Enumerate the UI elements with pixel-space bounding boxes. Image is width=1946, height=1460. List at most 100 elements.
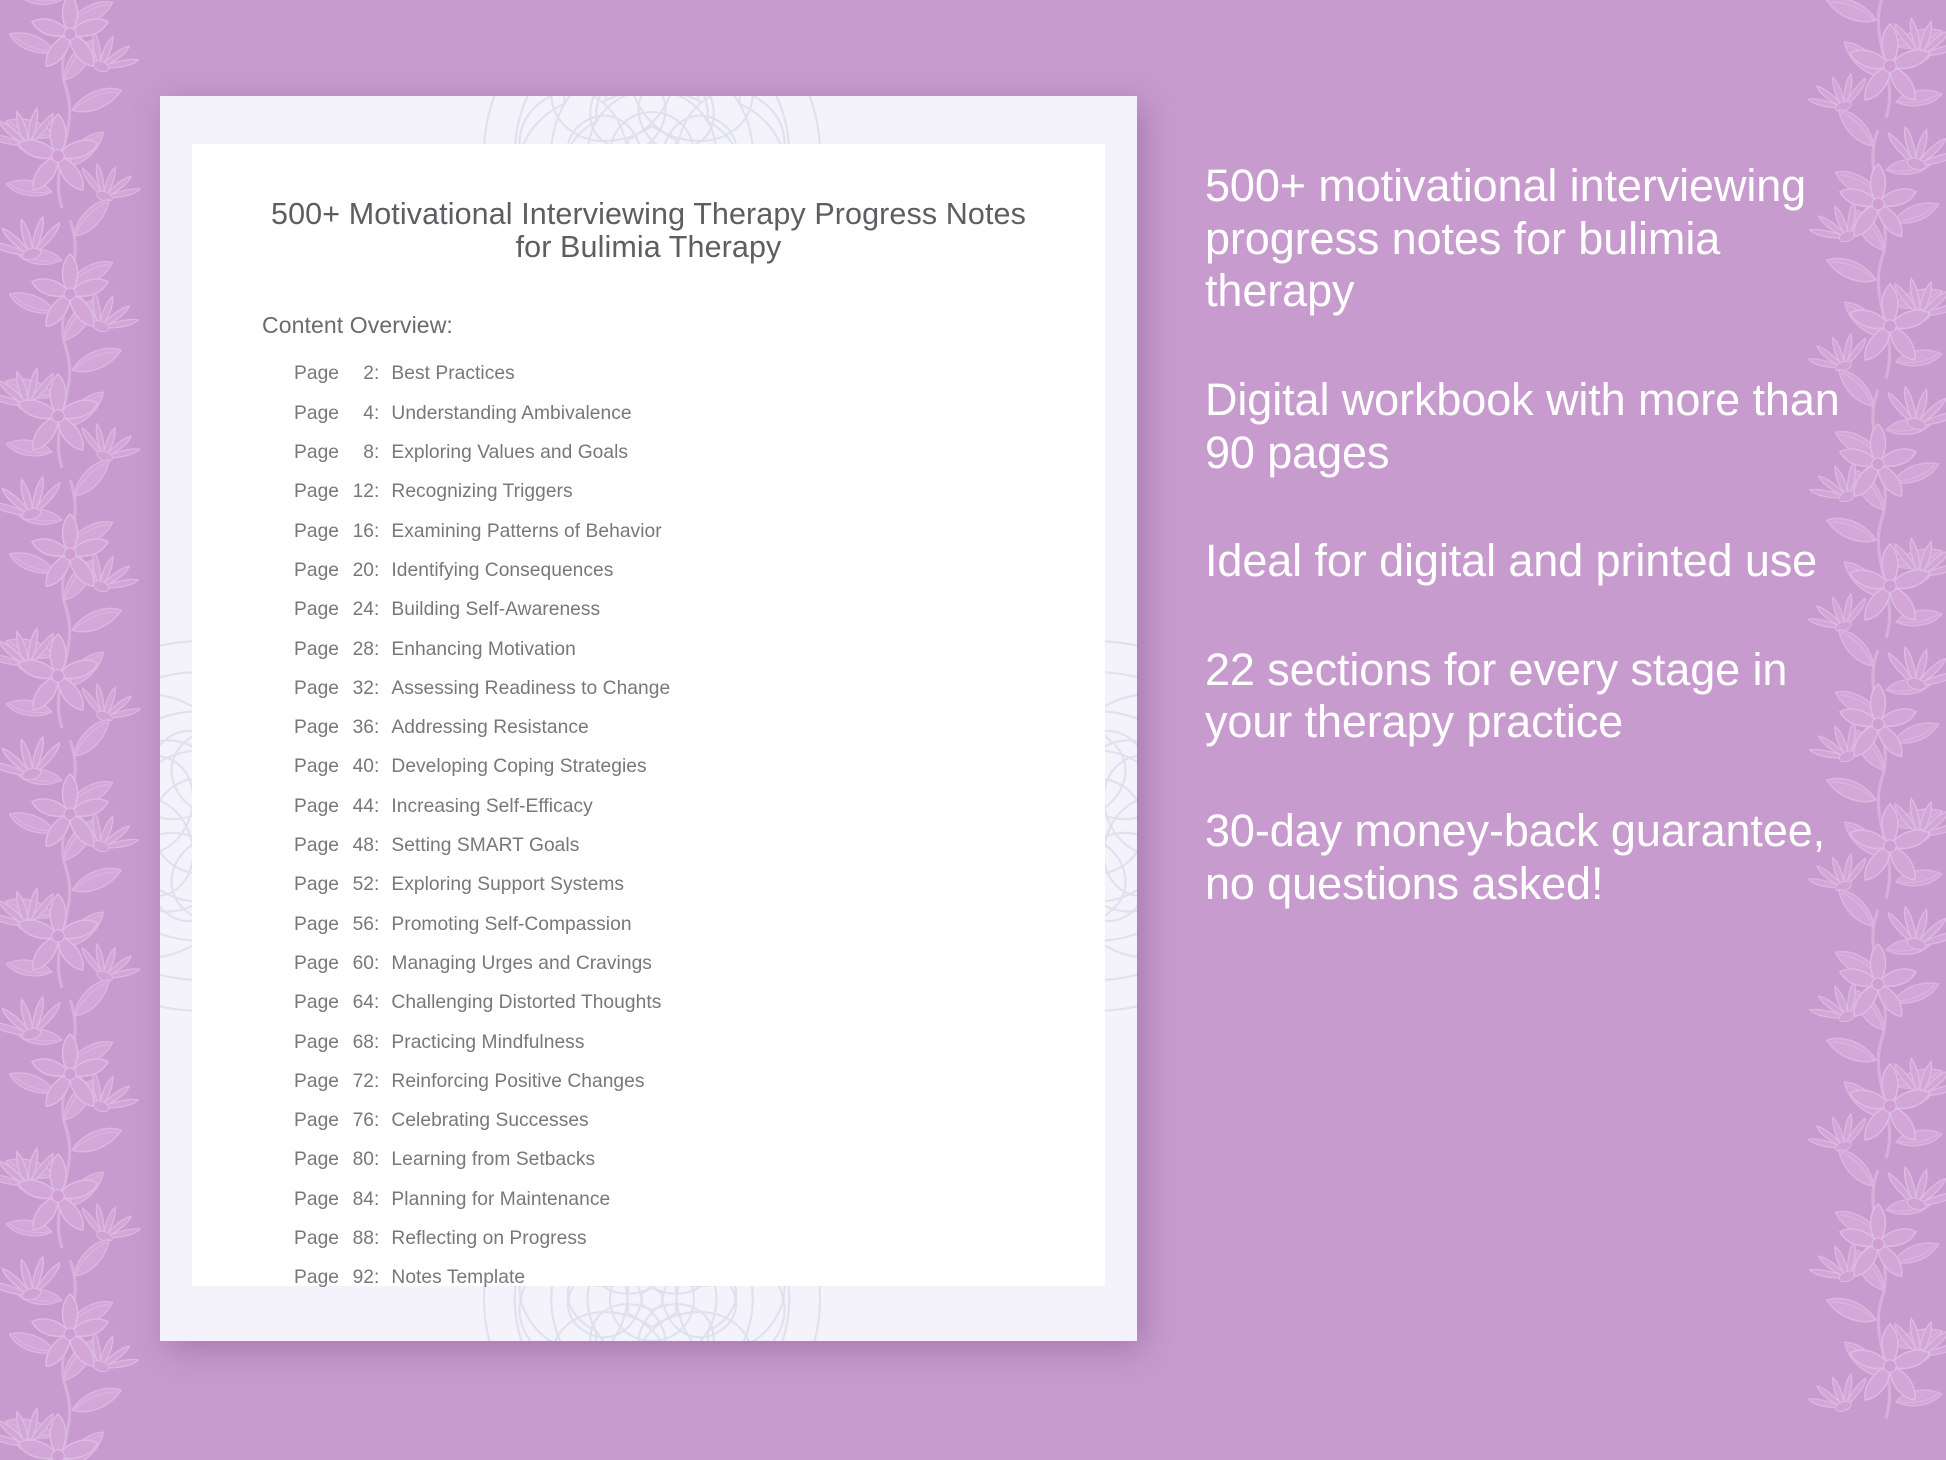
toc-page-word: Page [294, 481, 340, 503]
toc-separator: : [374, 599, 380, 621]
toc-entry: Page 28: Enhancing Motivation [294, 639, 1065, 678]
toc-section-title: Developing Coping Strategies [391, 756, 647, 778]
toc-entry: Page 88: Reflecting on Progress [294, 1228, 1065, 1267]
toc-page-number: 76 [352, 1110, 375, 1132]
toc-section-title: Promoting Self-Compassion [391, 913, 632, 935]
toc-section-title: Notes Template [391, 1267, 526, 1289]
toc-entry: Page 92: Notes Template [294, 1267, 1065, 1306]
toc-section-title: Managing Urges and Cravings [391, 952, 652, 974]
toc-page-word: Page [294, 1110, 340, 1132]
toc-section-title: Planning for Maintenance [391, 1188, 611, 1210]
toc-section-title: Identifying Consequences [391, 559, 614, 581]
toc-section-title: Learning from Setbacks [391, 1149, 596, 1171]
marketing-bullet: 22 sections for every stage in your ther… [1205, 643, 1788, 748]
toc-section-title: Examining Patterns of Behavior [391, 520, 662, 542]
toc-page-word: Page [294, 638, 340, 660]
toc-page-number: 84 [352, 1188, 375, 1210]
toc-separator: : [374, 1070, 380, 1092]
marketing-bullet: Ideal for digital and printed use [1205, 535, 1818, 587]
toc-page-word: Page [294, 717, 340, 739]
toc-page-word: Page [294, 1188, 340, 1210]
toc-entry: Page 44: Increasing Self-Efficacy [294, 796, 1065, 835]
toc-entry: Page 36: Addressing Resistance [294, 717, 1065, 756]
toc-separator: : [374, 363, 380, 385]
toc-page-word: Page [294, 363, 340, 385]
document-sheet: 500+ Motivational Interviewing Therapy P… [160, 96, 1137, 1341]
toc-page-number: 60 [352, 952, 375, 974]
toc-page-number: 28 [352, 638, 375, 660]
toc-entry: Page 2: Best Practices [294, 363, 1065, 402]
toc-separator: : [374, 1031, 380, 1053]
toc-page-word: Page [294, 1031, 340, 1053]
toc-entry: Page 56: Promoting Self-Compassion [294, 914, 1065, 953]
toc-entry: Page 32: Assessing Readiness to Change [294, 678, 1065, 717]
toc-entry: Page 68: Practicing Mindfulness [294, 1032, 1065, 1071]
toc-page-number: 52 [352, 874, 375, 896]
toc-section-title: Addressing Resistance [391, 717, 589, 739]
content-overview-label: Content Overview: [262, 312, 453, 339]
toc-page-number: 36 [352, 717, 375, 739]
toc-entry: Page 84: Planning for Maintenance [294, 1189, 1065, 1228]
toc-separator: : [374, 1149, 380, 1171]
toc-page-number: 8 [363, 442, 375, 464]
toc-separator: : [374, 442, 380, 464]
marketing-copy-panel: 500+ motivational interviewing progress … [1205, 160, 1850, 910]
marketing-bullet: 500+ motivational interviewing progress … [1205, 160, 1807, 317]
toc-page-number: 32 [352, 677, 375, 699]
toc-page-number: 48 [352, 835, 375, 857]
toc-entry: Page 24: Building Self-Awareness [294, 599, 1065, 638]
toc-page-number: 88 [352, 1228, 375, 1249]
toc-section-title: Reinforcing Positive Changes [391, 1070, 645, 1092]
toc-separator: : [374, 913, 380, 935]
toc-section-title: Enhancing Motivation [391, 638, 576, 660]
toc-section-title: Understanding Ambivalence [391, 402, 632, 424]
toc-separator: : [374, 1110, 380, 1132]
toc-page-number: 44 [352, 795, 375, 817]
toc-separator: : [374, 638, 380, 660]
toc-page-word: Page [294, 1149, 340, 1171]
toc-section-title: Reflecting on Progress [391, 1228, 587, 1249]
table-of-contents: Page 2: Best Practices Page 4: Understanding … [294, 363, 1065, 1306]
toc-section-title: Setting SMART Goals [391, 835, 580, 857]
toc-page-number: 72 [352, 1070, 375, 1092]
toc-page-word: Page [294, 402, 340, 424]
toc-separator: : [374, 717, 380, 739]
toc-section-title: Increasing Self-Efficacy [391, 795, 593, 817]
marketing-bullet: Digital workbook with more than 90 pages [1205, 373, 1840, 478]
toc-page-word: Page [294, 756, 340, 778]
document-page: 500+ Motivational Interviewing Therapy P… [192, 144, 1105, 1288]
toc-page-number: 12 [352, 481, 375, 503]
toc-page-word: Page [294, 520, 340, 542]
toc-page-word: Page [294, 795, 340, 817]
toc-section-title: Practicing Mindfulness [391, 1031, 585, 1053]
toc-page-word: Page [294, 992, 340, 1014]
toc-entry: Page 4: Understanding Ambivalence [294, 403, 1065, 442]
toc-page-word: Page [294, 952, 340, 974]
toc-page-number: 4 [363, 402, 375, 424]
toc-entry: Page 64: Challenging Distorted Thoughts [294, 992, 1065, 1031]
document-title: 500+ Motivational Interviewing Therapy P… [271, 197, 1026, 265]
toc-section-title: Assessing Readiness to Change [391, 677, 671, 699]
toc-separator: : [374, 1188, 380, 1210]
toc-section-title: Exploring Values and Goals [391, 442, 629, 464]
toc-separator: : [374, 520, 380, 542]
toc-separator: : [374, 1267, 380, 1289]
toc-page-word: Page [294, 559, 340, 581]
toc-section-title: Challenging Distorted Thoughts [391, 992, 662, 1014]
toc-separator: : [374, 402, 380, 424]
toc-entry: Page 52: Exploring Support Systems [294, 874, 1065, 913]
toc-separator: : [374, 874, 380, 896]
toc-entry: Page 60: Managing Urges and Cravings [294, 953, 1065, 992]
toc-separator: : [374, 992, 380, 1014]
toc-page-word: Page [294, 874, 340, 896]
toc-page-number: 2 [363, 363, 375, 385]
toc-entry: Page 76: Celebrating Successes [294, 1110, 1065, 1149]
toc-section-title: Exploring Support Systems [391, 874, 625, 896]
toc-entry: Page 16: Examining Patterns of Behavior [294, 521, 1065, 560]
toc-separator: : [374, 559, 380, 581]
toc-page-word: Page [294, 835, 340, 857]
toc-entry: Page 8: Exploring Values and Goals [294, 442, 1065, 481]
toc-section-title: Best Practices [391, 363, 515, 385]
toc-section-title: Celebrating Successes [391, 1110, 589, 1132]
marketing-bullet: 30-day money-back guarantee, no question… [1205, 805, 1826, 909]
